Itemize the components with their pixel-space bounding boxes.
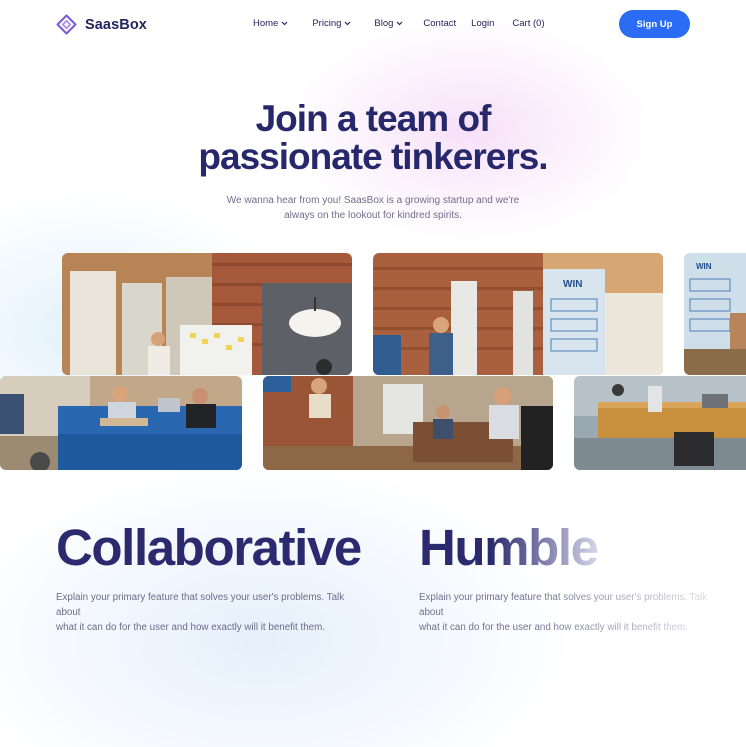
nav-item-label: Blog: [374, 18, 394, 29]
careers-page: SaasBox Home Pricing Blog Contact Login: [0, 0, 746, 747]
chevron-down-icon: [281, 21, 288, 26]
nav-item-label: Pricing: [312, 18, 342, 29]
nav-item-home[interactable]: Home: [253, 18, 288, 29]
feature-description-line-1: Explain your primary feature that solves…: [56, 592, 345, 618]
office-photo-desk-workspace: [574, 376, 746, 470]
feature-description: Explain your primary feature that solves…: [56, 590, 366, 635]
office-photo-presenter-win-wall: WIN: [373, 253, 663, 375]
nav-item-label: Cart (0): [512, 18, 545, 29]
office-photo-image: WIN: [373, 253, 663, 375]
feature-description-line-1: Explain your primary feature that solves…: [419, 592, 708, 618]
office-photo-image: WIN: [684, 253, 746, 375]
office-photo-image: [0, 376, 242, 470]
top-navigation: SaasBox Home Pricing Blog Contact Login: [0, 0, 746, 48]
page-title-line-2: passionate tinkerers.: [198, 136, 548, 177]
svg-text:WIN: WIN: [563, 279, 582, 290]
page-title-line-1: Join a team of: [255, 98, 492, 139]
nav-menu: Home Pricing Blog Contact Login Cart (0): [253, 18, 545, 29]
brand-name: SaasBox: [85, 16, 147, 33]
chevron-down-icon: [396, 21, 403, 26]
nav-item-login[interactable]: Login: [471, 18, 494, 29]
nav-item-label: Contact: [423, 18, 457, 29]
office-photo-image: [263, 376, 553, 470]
office-photo-image: [62, 253, 352, 375]
page-subtitle-line-1: We wanna hear from you! SaasBox is a gro…: [226, 195, 520, 206]
feature-title: Collaborative: [56, 519, 362, 576]
brand-logo[interactable]: SaasBox: [56, 14, 147, 35]
feature-title: Humble: [419, 519, 599, 576]
nav-item-pricing[interactable]: Pricing: [312, 18, 351, 29]
page-subtitle-line-2: always on the lookout for kindred spirit…: [284, 210, 462, 221]
nav-item-label: Login: [471, 18, 495, 29]
office-photo-image: [574, 376, 746, 470]
nav-item-cart[interactable]: Cart (0): [512, 18, 544, 29]
page-subtitle: We wanna hear from you! SaasBox is a gro…: [223, 193, 523, 223]
feature-description-line-2: what it can do for the user and how exac…: [56, 622, 326, 633]
feature-description: Explain your primary feature that solves…: [419, 590, 729, 635]
sign-up-button[interactable]: Sign Up: [619, 10, 690, 38]
svg-text:WIN: WIN: [696, 262, 712, 271]
office-photo-team-on-sofa: [0, 376, 242, 470]
feature-description-line-2: what it can do for the user and how exac…: [419, 622, 689, 633]
office-photo-win-wall-partial: WIN: [684, 253, 746, 375]
nav-item-label: Home: [253, 18, 279, 29]
chevron-down-icon: [344, 21, 351, 26]
office-photo-lounge-discussion: [263, 376, 553, 470]
office-photo-whiteboard-meeting: [62, 253, 352, 375]
nav-item-blog[interactable]: Blog: [374, 18, 403, 29]
nav-item-contact[interactable]: Contact: [423, 18, 456, 29]
page-title: Join a team of passionate tinkerers.: [0, 100, 746, 176]
saasbox-logo-icon: [56, 14, 77, 35]
